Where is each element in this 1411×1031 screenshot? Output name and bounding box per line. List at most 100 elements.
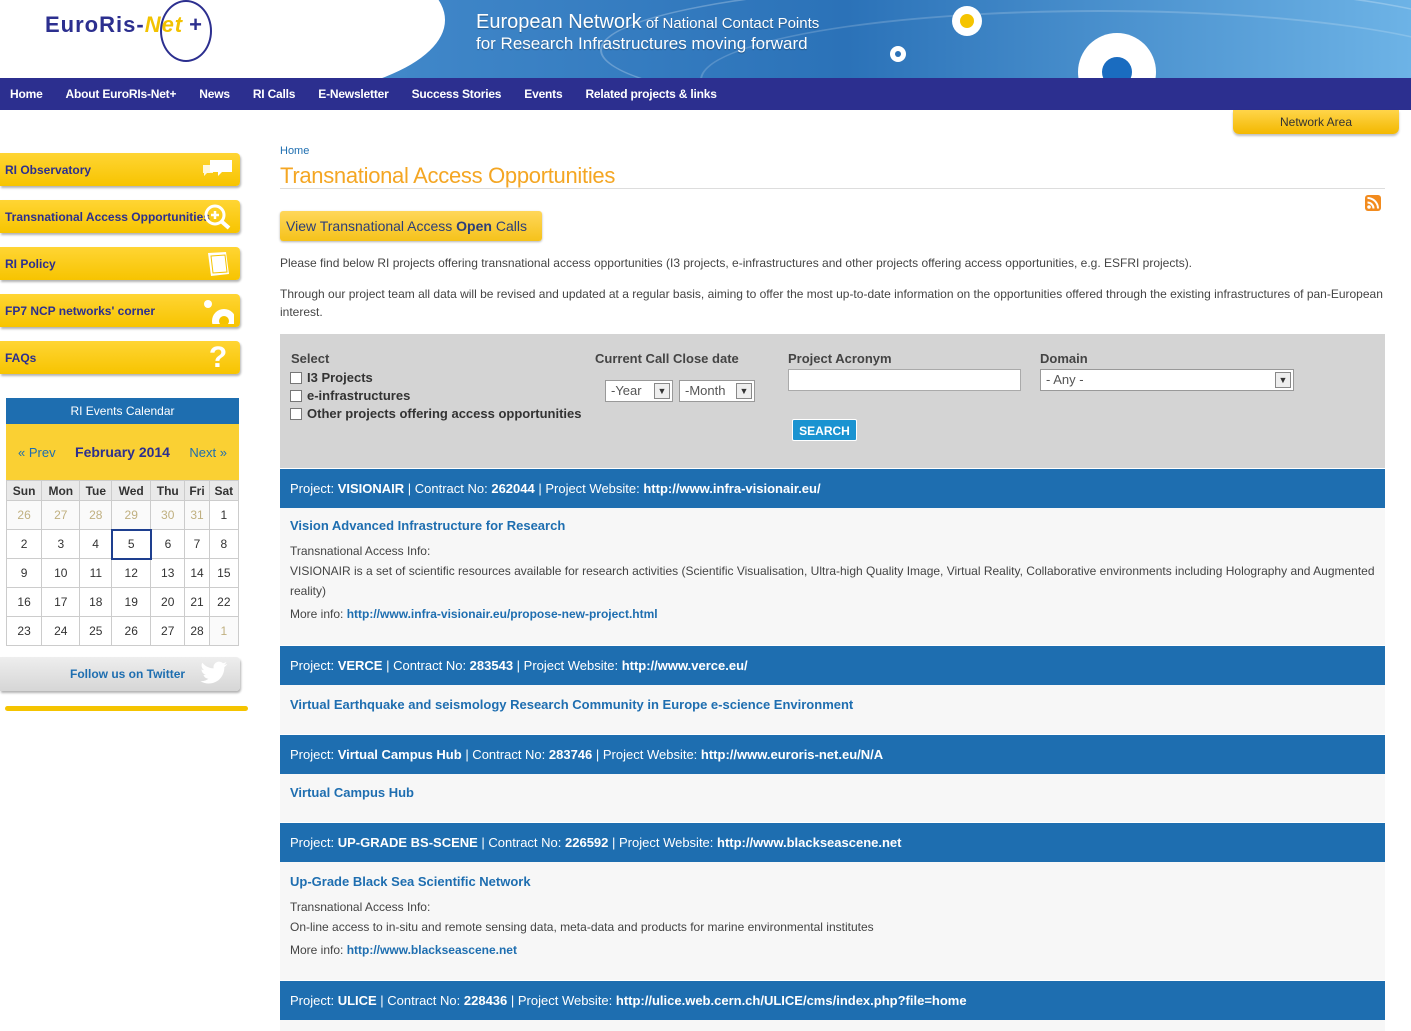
calendar-grid: Sun Mon Tue Wed Thu Fri Sat 26 27 28 29 … [5, 480, 240, 646]
calendar-day[interactable]: 11 [79, 558, 113, 588]
calendar-day[interactable]: 30 [150, 500, 186, 530]
calendar-day[interactable]: 22 [208, 587, 240, 617]
calendar-day-today[interactable]: 5 [110, 528, 152, 560]
project-label: Project: [290, 481, 338, 496]
calendar-day[interactable]: 14 [184, 558, 210, 588]
calendar-day[interactable]: 9 [5, 558, 43, 588]
checkbox-box[interactable] [290, 389, 302, 402]
rss-feed-icon[interactable] [1365, 195, 1381, 211]
more-info-link[interactable]: http://www.infra-visionair.eu/propose-ne… [347, 607, 658, 621]
calendar-day[interactable]: 18 [79, 587, 113, 617]
calendar-day[interactable]: 15 [208, 558, 240, 588]
twitter-bird-icon [200, 660, 228, 696]
sidebar-item-ri-policy[interactable]: RI Policy [0, 247, 240, 280]
sidebar-item-faqs[interactable]: FAQs ? [0, 341, 240, 374]
calendar-day-header: Thu [150, 480, 186, 501]
calendar-day[interactable]: 4 [79, 529, 113, 559]
nav-home[interactable]: Home [10, 87, 43, 101]
calendar-day[interactable]: 16 [5, 587, 43, 617]
breadcrumb-home[interactable]: Home [280, 145, 309, 157]
calendar-day[interactable]: 6 [150, 529, 186, 559]
project-label: Project: [290, 658, 338, 673]
calendar-next-link[interactable]: Next » [189, 445, 227, 460]
calendar-day[interactable]: 28 [184, 616, 210, 646]
calendar-day[interactable]: 19 [111, 587, 152, 617]
nav-related-projects[interactable]: Related projects & links [585, 87, 716, 101]
calendar-day[interactable]: 1 [208, 500, 240, 530]
project-contract: 228436 [463, 993, 508, 1008]
project-website-link[interactable]: http://www.euroris-net.eu/N/A [701, 747, 883, 762]
calendar-day[interactable]: 13 [150, 558, 186, 588]
nav-events[interactable]: Events [524, 87, 562, 101]
project-header: Project: VERCE | Contract No: 283543 | P… [280, 646, 1385, 685]
follow-twitter-button[interactable]: Follow us on Twitter [0, 657, 240, 691]
calendar-prev-link[interactable]: « Prev [18, 445, 56, 460]
sidebar-item-transnational-access[interactable]: Transnational Access Opportunities [0, 200, 240, 233]
calendar-day[interactable]: 10 [41, 558, 81, 588]
calendar-day[interactable]: 3 [41, 529, 81, 559]
tagline-line-2: for Research Infrastructures moving forw… [476, 34, 808, 53]
website-label: | Project Website: [534, 481, 644, 496]
view-open-calls-button[interactable]: View Transnational Access Open Calls [280, 211, 542, 241]
calendar-day[interactable]: 31 [184, 500, 210, 530]
project-header: Project: UP-GRADE BS-SCENE | Contract No… [280, 823, 1385, 862]
project-acronym-input[interactable] [788, 369, 1021, 391]
calendar-day[interactable]: 26 [5, 500, 43, 530]
nav-ri-calls[interactable]: RI Calls [253, 87, 296, 101]
year-select[interactable]: -Year ▼ [605, 380, 673, 402]
calendar-day[interactable]: 29 [111, 500, 152, 530]
sidebar-item-fp7-ncp-corner[interactable]: FP7 NCP networks' corner [0, 294, 240, 333]
breadcrumb[interactable]: Home [280, 145, 309, 157]
calendar-day[interactable]: 25 [79, 616, 113, 646]
ta-info-label: Transnational Access Info: [290, 544, 431, 558]
domain-label: Domain [1040, 351, 1088, 366]
checkbox-i3-projects[interactable]: I3 Projects [290, 370, 373, 385]
sidebar-item-ri-observatory[interactable]: RI Observatory [0, 153, 240, 186]
nav-e-newsletter[interactable]: E-Newsletter [318, 87, 388, 101]
calendar-day[interactable]: 27 [150, 616, 186, 646]
calendar-day[interactable]: 27 [41, 500, 81, 530]
more-info-link[interactable]: http://www.blackseascene.net [347, 943, 517, 957]
calendar-day-header: Sat [208, 480, 240, 501]
month-select[interactable]: -Month ▼ [679, 380, 755, 402]
nav-about[interactable]: About EuroRIs-Net+ [66, 87, 177, 101]
checkbox-other-projects[interactable]: Other projects offering access opportuni… [290, 406, 582, 421]
network-area-button[interactable]: Network Area [1233, 110, 1399, 134]
calendar-day[interactable]: 2 [5, 529, 43, 559]
domain-select[interactable]: - Any - ▼ [1040, 369, 1294, 391]
project-title-link[interactable]: Up-Grade Black Sea Scientific Network [290, 874, 1375, 889]
project-website-link[interactable]: http://www.verce.eu/ [622, 658, 748, 673]
sidebar-item-label: RI Policy [5, 256, 56, 271]
domain-select-value: - Any - [1046, 372, 1084, 387]
project-body: Vision Advanced Infrastructure for Resea… [280, 508, 1385, 645]
sidebar-item-label: Transnational Access Opportunities [5, 209, 210, 224]
contract-label: | Contract No: [477, 835, 565, 850]
checkbox-box[interactable] [290, 407, 302, 420]
project-website-link[interactable]: http://www.infra-visionair.eu/ [643, 481, 820, 496]
project-title-link[interactable]: Virtual Earthquake and seismology Resear… [290, 697, 1375, 712]
calendar-day[interactable]: 26 [111, 616, 152, 646]
main-nav: Home About EuroRIs-Net+ News RI Calls E-… [0, 78, 1411, 110]
nav-news[interactable]: News [199, 87, 230, 101]
search-button[interactable]: SEARCH [792, 419, 857, 441]
project-website-link[interactable]: http://ulice.web.cern.ch/ULICE/cms/index… [616, 993, 967, 1008]
calendar-day[interactable]: 12 [111, 558, 152, 588]
calendar-day[interactable]: 24 [41, 616, 81, 646]
nav-success-stories[interactable]: Success Stories [412, 87, 502, 101]
calendar-day[interactable]: 23 [5, 616, 43, 646]
calendar-month: February 2014 [75, 444, 170, 460]
calendar-day[interactable]: 8 [208, 529, 240, 559]
calendar-day[interactable]: 1 [208, 616, 240, 646]
calendar-day[interactable]: 20 [150, 587, 186, 617]
checkbox-label: e-infrastructures [307, 388, 411, 403]
more-info-label: More info: [290, 943, 347, 957]
calendar-day[interactable]: 17 [41, 587, 81, 617]
project-website-link[interactable]: http://www.blackseascene.net [717, 835, 901, 850]
checkbox-e-infrastructures[interactable]: e-infrastructures [290, 388, 410, 403]
checkbox-box[interactable] [290, 371, 302, 384]
calendar-day[interactable]: 7 [184, 529, 210, 559]
calendar-day[interactable]: 21 [184, 587, 210, 617]
calendar-day[interactable]: 28 [79, 500, 113, 530]
project-title-link[interactable]: Vision Advanced Infrastructure for Resea… [290, 518, 1375, 533]
project-title-link[interactable]: Virtual Campus Hub [290, 785, 1375, 800]
